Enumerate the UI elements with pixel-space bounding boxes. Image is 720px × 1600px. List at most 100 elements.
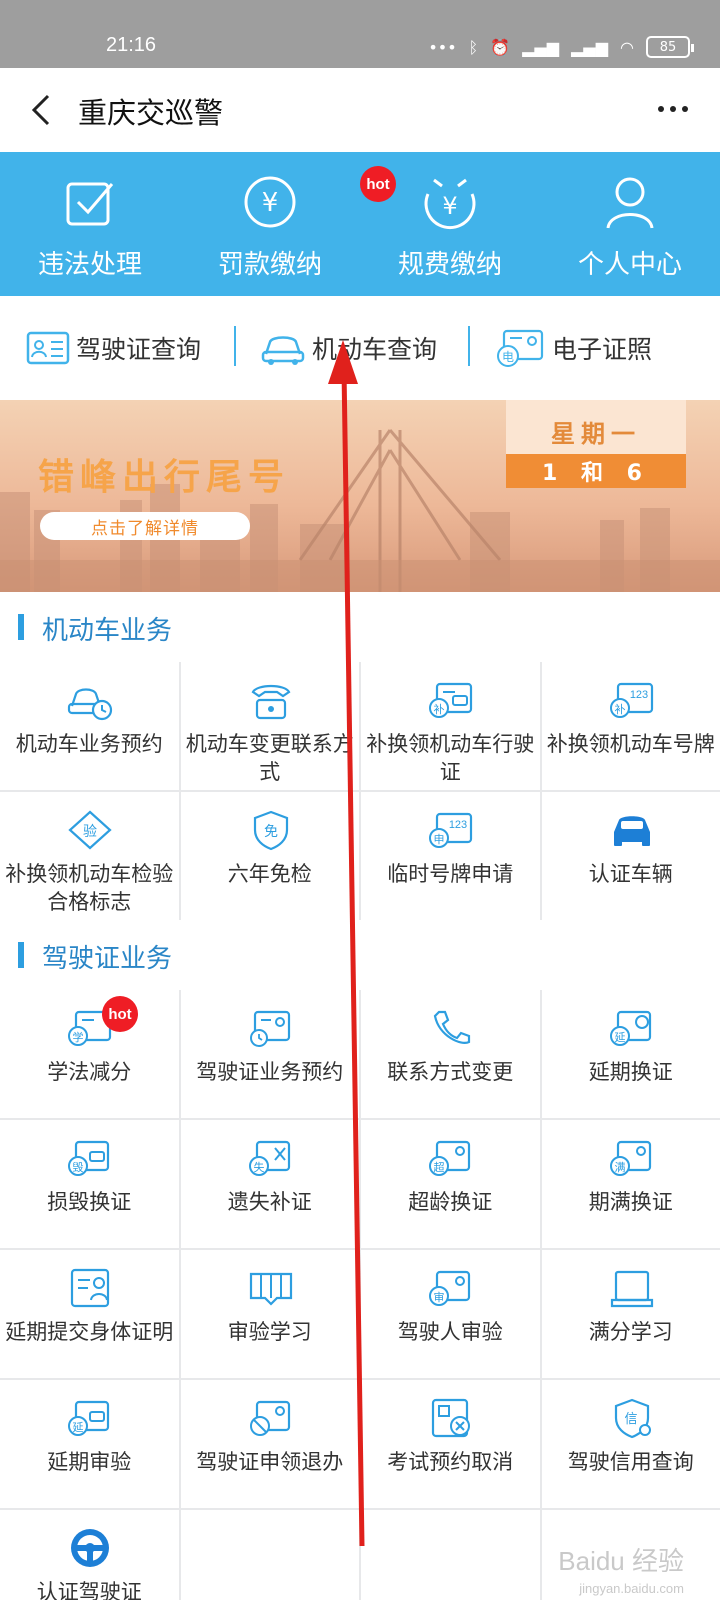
service-full-score-study[interactable]: 满分学习	[541, 1250, 720, 1378]
service-label: 驾驶人审验	[397, 1320, 503, 1344]
service-damaged-replace[interactable]: 毁 损毁换证	[0, 1120, 179, 1248]
section-title-license: 驾驶证业务	[0, 920, 720, 990]
watermark-logo: Baidu 经验	[558, 1546, 684, 1576]
yuan-hourglass-icon: ¥	[424, 178, 476, 230]
full-score-book-icon	[610, 1270, 653, 1308]
service-vehicle-contact-change[interactable]: 机动车变更联系方式	[180, 662, 359, 790]
app-header: 重庆交巡警	[0, 68, 720, 152]
svg-text:学: 学	[73, 1030, 84, 1044]
status-icons: ••• ᛒ ⏰ ▂▄▆ ▂▄▆ ◠ 85	[428, 36, 694, 58]
e-license-button[interactable]: 电 电子证照	[496, 322, 652, 374]
service-label: 考试预约取消	[387, 1450, 514, 1474]
service-label: 审验学习	[227, 1320, 312, 1344]
license-services-grid: 学 hot 学法减分 驾驶证业务预约 联系方式变更 延 延期换证 毁 损毁换证 …	[0, 990, 720, 1600]
service-lost-replace[interactable]: 失 遗失补证	[180, 1120, 359, 1248]
service-contact-change[interactable]: 联系方式变更	[361, 990, 540, 1118]
service-review-study[interactable]: 审验学习	[180, 1250, 359, 1378]
service-label: 延期提交身体证明	[5, 1320, 174, 1344]
svg-text:补: 补	[614, 703, 625, 716]
license-delay-icon: 延	[609, 1010, 651, 1046]
action-label: 罚款缴纳	[217, 250, 322, 280]
status-bar: 21:16 ••• ᛒ ⏰ ▂▄▆ ▂▄▆ ◠ 85	[0, 0, 720, 68]
review-delay-icon: 延	[68, 1400, 110, 1436]
violation-handling-button[interactable]: 违法处理	[0, 152, 180, 296]
svg-text:满: 满	[614, 1161, 625, 1174]
service-label: 满分学习	[588, 1320, 673, 1344]
phone-handset-icon	[433, 1010, 471, 1044]
service-driver-review[interactable]: 审 驾驶人审验	[361, 1250, 540, 1378]
license-query-button[interactable]: 驾驶证查询	[26, 322, 201, 374]
service-label: 补换领机动车号牌	[546, 732, 715, 756]
car-outline-icon	[261, 336, 305, 365]
car-clock-icon	[67, 688, 113, 721]
bluetooth-icon: ᛒ	[468, 37, 479, 57]
license-overage-icon: 超	[429, 1140, 471, 1176]
service-verify-vehicle[interactable]: 认证车辆	[541, 792, 720, 920]
banner-details-button[interactable]: 点击了解详情	[40, 512, 250, 540]
service-vehicle-appointment[interactable]: 机动车业务预约	[0, 662, 179, 790]
service-credit-query[interactable]: 信 驾驶信用查询	[541, 1380, 720, 1508]
service-label: 六年免检	[227, 862, 312, 886]
car-filled-icon	[613, 816, 650, 846]
e-license-icon: 电	[497, 329, 544, 367]
service-license-cancel[interactable]: 驾驶证申领退办	[180, 1380, 359, 1508]
service-label: 驾驶证业务预约	[196, 1060, 344, 1084]
service-label: 延期审验	[47, 1450, 132, 1474]
watermark-url: jingyan.baidu.com	[579, 1581, 684, 1596]
service-delay-renewal[interactable]: 延 延期换证	[541, 990, 720, 1118]
service-label: 期满换证	[588, 1190, 673, 1214]
id-card-icon	[26, 331, 70, 365]
service-label: 机动车业务预约	[15, 732, 163, 756]
service-temp-plate[interactable]: 123 申 临时号牌申请	[361, 792, 540, 920]
service-label: 超龄换证	[408, 1190, 493, 1214]
inspection-badge-icon: 验	[68, 810, 112, 850]
fee-payment-button[interactable]: ¥ hot 规费缴纳	[360, 152, 540, 296]
service-verify-license[interactable]: 认证驾驶证	[0, 1510, 179, 1600]
exempt-shield-icon: 免	[253, 810, 288, 851]
svg-text:申: 申	[434, 833, 445, 846]
service-label: 延期换证	[588, 1060, 673, 1084]
section-title-text: 机动车业务	[42, 616, 173, 646]
service-license-appointment[interactable]: 驾驶证业务预约	[180, 990, 359, 1118]
svg-text:审: 审	[434, 1290, 445, 1304]
service-delay-health-proof[interactable]: 延期提交身体证明	[0, 1250, 179, 1378]
svg-text:延: 延	[614, 1031, 625, 1044]
status-time: 21:16	[106, 34, 157, 56]
section-bar	[18, 614, 24, 640]
temp-plate-icon: 123 申	[429, 812, 473, 848]
health-proof-icon	[70, 1268, 110, 1308]
svg-text:¥: ¥	[442, 192, 457, 220]
service-label: 临时号牌申请	[387, 862, 514, 886]
service-six-year-exempt[interactable]: 免 六年免检	[180, 792, 359, 920]
steering-wheel-icon	[71, 1529, 109, 1567]
personal-center-button[interactable]: 个人中心	[540, 152, 720, 296]
service-study-reduce-points[interactable]: 学 hot 学法减分	[0, 990, 179, 1118]
vehicle-query-button[interactable]: 机动车查询	[260, 322, 437, 374]
back-icon[interactable]	[22, 86, 62, 134]
promo-banner[interactable]: 错峰出行尾号 点击了解详情 星期一 1 和 6	[0, 400, 720, 592]
service-expire-replace[interactable]: 满 期满换证	[541, 1120, 720, 1248]
driver-review-icon: 审	[429, 1270, 471, 1306]
hot-badge: hot	[102, 996, 138, 1032]
vehicle-services-grid: 机动车业务预约 机动车变更联系方式 补 补换领机动车行驶证 123 补 补换领机…	[0, 662, 720, 920]
service-exam-cancel[interactable]: 考试预约取消	[361, 1380, 540, 1508]
service-overage-replace[interactable]: 超 超龄换证	[361, 1120, 540, 1248]
service-replace-driving-permit[interactable]: 补 补换领机动车行驶证	[361, 662, 540, 790]
fine-payment-button[interactable]: ¥ 罚款缴纳	[180, 152, 360, 296]
service-delay-review[interactable]: 延 延期审验	[0, 1380, 179, 1508]
query-bar: 驾驶证查询 机动车查询 电 电子证照	[0, 296, 720, 400]
banner-title: 错峰出行尾号	[38, 457, 291, 498]
query-label: 电子证照	[552, 335, 653, 364]
empty-cell	[361, 1510, 540, 1600]
service-replace-plate[interactable]: 123 补 补换领机动车号牌	[541, 662, 720, 790]
alarm-icon: ⏰	[490, 37, 511, 57]
svg-text:123: 123	[449, 819, 467, 831]
weekday-label: 星期一	[551, 420, 641, 448]
more-options-icon[interactable]	[656, 94, 690, 124]
action-label: 规费缴纳	[397, 250, 502, 280]
action-label: 违法处理	[37, 250, 142, 280]
svg-text:毁: 毁	[73, 1160, 84, 1174]
svg-text:验: 验	[83, 824, 97, 840]
svg-text:补: 补	[434, 703, 445, 716]
service-replace-inspection-mark[interactable]: 验 补换领机动车检验合格标志	[0, 792, 179, 920]
